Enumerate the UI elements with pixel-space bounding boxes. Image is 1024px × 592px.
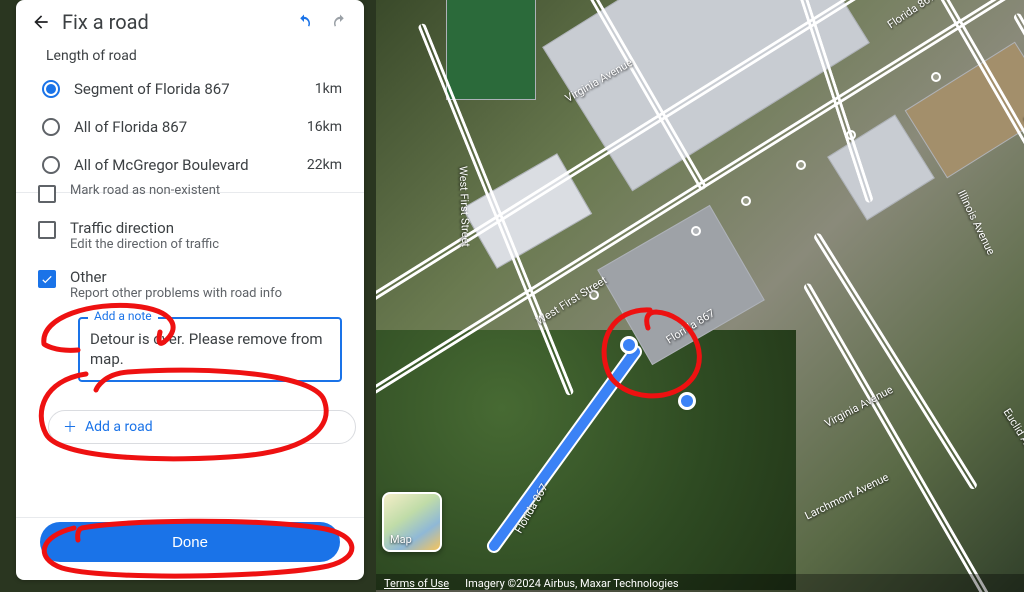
add-road-button[interactable]: ＋ Add a road xyxy=(48,410,356,444)
road-label: Illinois Avenue xyxy=(955,188,998,257)
map-layer-toggle[interactable]: Map xyxy=(382,492,442,552)
map-attribution: Terms of Use Imagery ©2024 Airbus, Maxar… xyxy=(376,574,1024,592)
note-textarea[interactable] xyxy=(78,317,342,382)
terms-link[interactable]: Terms of Use xyxy=(384,577,449,590)
plus-icon: ＋ xyxy=(63,417,77,437)
length-option[interactable]: All of Florida 867 16km xyxy=(38,108,346,146)
panel-title: Fix a road xyxy=(62,10,284,34)
done-label: Done xyxy=(172,534,208,551)
road-label: Florida 867 xyxy=(885,0,938,31)
map-layer-label: Map xyxy=(390,533,412,546)
segment-handle[interactable] xyxy=(681,395,693,407)
map-texture xyxy=(376,330,796,590)
problem-option[interactable]: OtherReport other problems with road inf… xyxy=(30,260,350,309)
back-button[interactable] xyxy=(30,11,52,33)
length-option-distance: 16km xyxy=(307,119,342,135)
road-node[interactable] xyxy=(741,196,751,206)
road-node[interactable] xyxy=(846,130,856,140)
length-option-label: All of McGregor Boulevard xyxy=(74,156,293,174)
checkbox-icon[interactable] xyxy=(38,221,56,239)
map-canvas[interactable]: Virginia Avenue West First Street West F… xyxy=(376,0,1024,592)
done-button[interactable]: Done xyxy=(40,522,340,562)
imagery-text: Imagery ©2024 Airbus, Maxar Technologies xyxy=(465,577,679,590)
radio-icon xyxy=(42,80,60,98)
note-legend: Add a note xyxy=(88,309,158,323)
road-virginia-lower[interactable] xyxy=(813,232,979,491)
problem-title: Other xyxy=(70,268,282,286)
radio-icon xyxy=(42,118,60,136)
note-field-wrap: Add a note xyxy=(78,317,342,386)
radio-icon xyxy=(42,156,60,174)
problem-option[interactable]: Traffic directionEdit the direction of t… xyxy=(30,211,350,260)
length-option-distance: 1km xyxy=(315,81,342,97)
problem-subtitle: Edit the direction of traffic xyxy=(70,237,219,252)
road-node[interactable] xyxy=(691,226,701,236)
panel-footer: Done xyxy=(16,517,364,580)
panel-header: Fix a road xyxy=(16,0,364,42)
problem-option[interactable]: Mark road as non-existent xyxy=(30,175,350,211)
problem-subtitle: Report other problems with road info xyxy=(70,286,282,301)
length-option-label: Segment of Florida 867 xyxy=(74,80,301,98)
redo-button[interactable] xyxy=(330,12,350,32)
add-road-label: Add a road xyxy=(85,419,153,435)
road-label: Euclid Avenue xyxy=(1001,406,1024,471)
road-label: West First Street xyxy=(457,166,473,247)
road-node[interactable] xyxy=(931,72,941,82)
fix-road-panel: Fix a road Length of road Segment of Flo… xyxy=(16,0,364,580)
road-label: Larchmont Avenue xyxy=(803,471,891,523)
length-option[interactable]: Segment of Florida 867 1km xyxy=(38,70,346,108)
road-larchmont[interactable] xyxy=(803,282,1000,592)
length-section-label: Length of road xyxy=(16,42,364,70)
checkbox-icon[interactable] xyxy=(38,185,56,203)
problem-title: Traffic direction xyxy=(70,219,219,237)
map-building xyxy=(446,0,536,100)
length-option-label: All of Florida 867 xyxy=(74,118,293,136)
length-radio-group: Segment of Florida 867 1km All of Florida … xyxy=(16,70,364,192)
checkbox-icon[interactable] xyxy=(38,270,56,288)
segment-handle[interactable] xyxy=(623,339,635,351)
length-option-distance: 22km xyxy=(307,157,342,173)
problem-check-group: Mark road as non-existentTraffic directi… xyxy=(16,192,364,309)
problem-subtitle: Mark road as non-existent xyxy=(70,183,220,198)
road-node[interactable] xyxy=(796,160,806,170)
undo-button[interactable] xyxy=(294,12,314,32)
